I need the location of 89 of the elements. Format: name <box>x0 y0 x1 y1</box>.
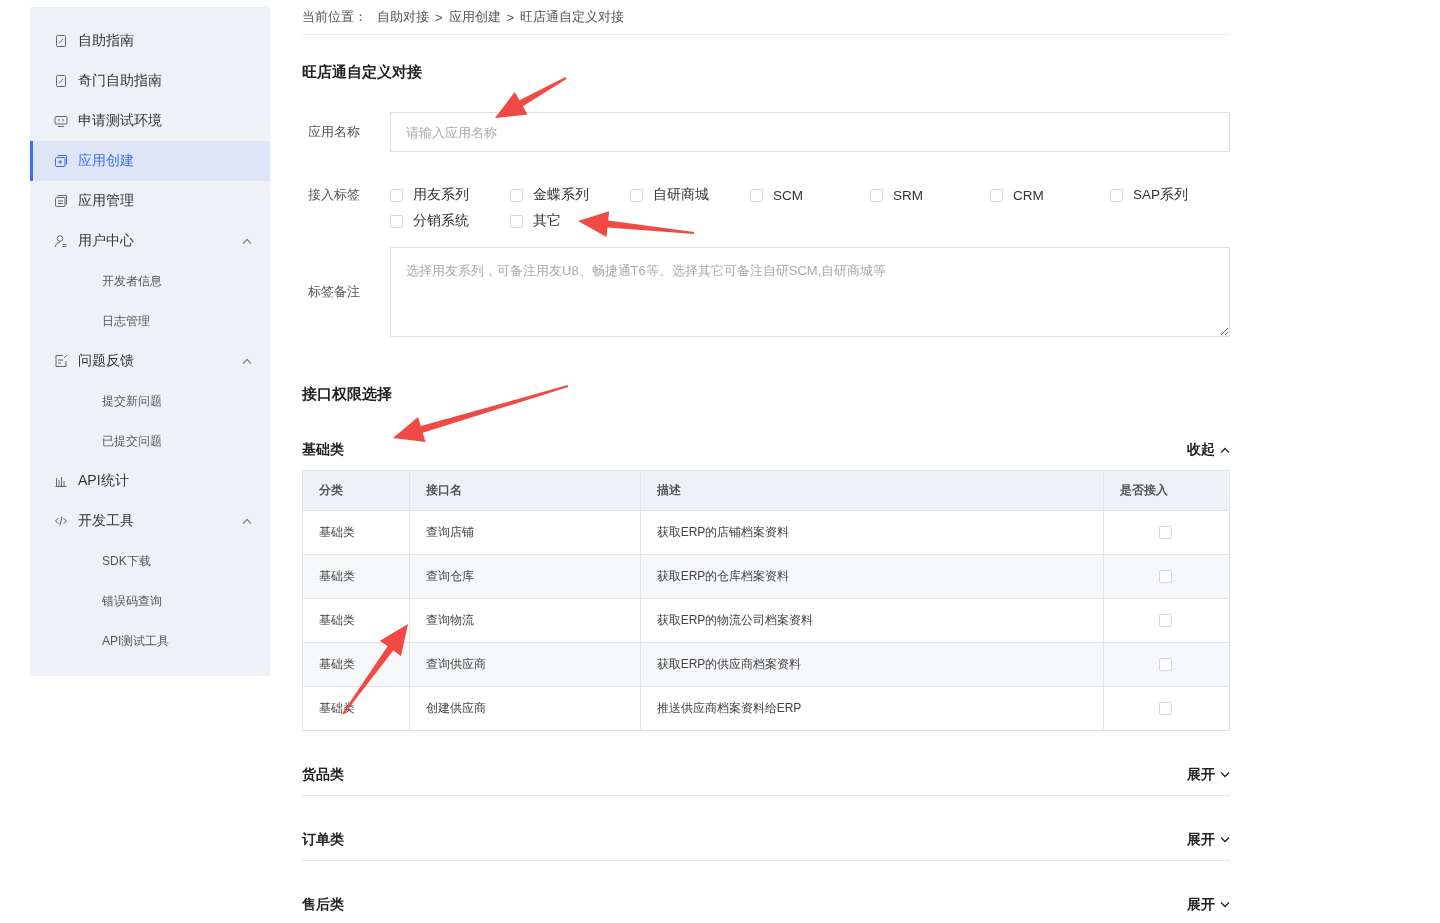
table-cell: 获取ERP的物流公司档案资料 <box>640 598 1104 643</box>
sidebar-item[interactable]: API统计 <box>30 461 270 501</box>
sidebar-subitem[interactable]: 提交新问题 <box>30 381 270 421</box>
column-header: 分类 <box>302 470 410 511</box>
checkbox[interactable] <box>390 188 403 202</box>
checkbox[interactable] <box>990 188 1003 202</box>
checkbox[interactable] <box>1159 570 1173 583</box>
checkbox-label: SRM <box>893 187 923 203</box>
checkbox-label: SAP系列 <box>1133 186 1188 204</box>
table-cell: 基础类 <box>302 510 410 555</box>
sidebar-subitem[interactable]: SDK下载 <box>30 541 270 581</box>
checkbox[interactable] <box>390 214 403 228</box>
sidebar-item[interactable]: 奇门自助指南 <box>30 61 270 101</box>
checkbox[interactable] <box>870 188 883 202</box>
breadcrumb-label: 当前位置： <box>302 8 367 26</box>
field-label: 接入标签 <box>307 186 361 204</box>
column-header: 接口名 <box>409 470 641 511</box>
column-header: 是否接入 <box>1103 470 1230 511</box>
checkbox[interactable] <box>1159 526 1173 539</box>
sidebar-item[interactable]: 申请测试环境 <box>30 101 270 141</box>
sidebar-subitem[interactable]: 已提交问题 <box>30 421 270 461</box>
toggle-button[interactable]: 收起 <box>1187 441 1230 459</box>
sidebar-item[interactable]: 自助指南 <box>30 21 270 61</box>
checkbox[interactable] <box>510 188 523 202</box>
user-icon <box>54 234 68 248</box>
checkbox[interactable] <box>510 214 523 228</box>
add-window-icon <box>54 154 68 168</box>
table-cell: 查询店铺 <box>409 510 641 555</box>
group-title: 货品类 <box>302 766 344 784</box>
checkbox[interactable] <box>1159 702 1173 715</box>
annotation-arrow <box>495 77 567 118</box>
breadcrumb-separator: > <box>506 9 515 25</box>
windows-icon <box>54 194 68 208</box>
group-title: 订单类 <box>302 831 344 849</box>
bar-chart-icon <box>54 474 68 488</box>
app-name-field[interactable]: 请输入应用名称 <box>390 112 1230 152</box>
code-icon <box>54 514 68 528</box>
document-icon <box>54 74 68 88</box>
checkbox[interactable] <box>1110 188 1123 202</box>
sidebar-item[interactable]: 用户中心 <box>30 221 270 261</box>
chevron-up-icon <box>1220 447 1230 453</box>
checkbox-label: 自研商城 <box>653 186 709 204</box>
document-icon <box>54 34 68 48</box>
table-cell: 获取ERP的店铺档案资料 <box>640 510 1104 555</box>
field-label: 应用名称 <box>307 123 361 141</box>
toggle-button[interactable]: 展开 <box>1187 831 1230 849</box>
table-cell: 推送供应商档案资料给ERP <box>640 686 1104 731</box>
sidebar-subitem[interactable]: 错误码查询 <box>30 581 270 621</box>
sidebar-item[interactable]: 开发工具 <box>30 501 270 541</box>
sidebar-item[interactable]: 应用管理 <box>30 181 270 221</box>
tag-note-field[interactable]: 选择用友系列，可备注用友U8、畅捷通T6等。选择其它可备注自研SCM,自研商城等 <box>390 247 1230 337</box>
checkbox[interactable] <box>630 188 643 202</box>
table-cell: 基础类 <box>302 554 410 599</box>
checkbox[interactable] <box>750 188 763 202</box>
checkbox-label: 金蝶系列 <box>533 186 589 204</box>
sidebar-item[interactable]: 问题反馈 <box>30 341 270 381</box>
checkbox-label: 分销系统 <box>413 212 469 230</box>
sidebar-subitem[interactable]: API测试工具 <box>30 621 270 661</box>
table-cell: 查询物流 <box>409 598 641 643</box>
monitor-icon <box>54 114 68 128</box>
table-cell: 查询供应商 <box>409 642 641 687</box>
edit-form-icon <box>54 354 68 368</box>
section-title: 接口权限选择 <box>302 384 393 404</box>
sidebar-subitem[interactable]: 开发者信息 <box>30 261 270 301</box>
breadcrumb-link[interactable]: 自助对接 <box>377 8 429 26</box>
checkbox-label: SCM <box>773 187 803 203</box>
checkbox-label: 其它 <box>533 212 561 230</box>
toggle-button[interactable]: 展开 <box>1187 896 1230 914</box>
breadcrumb-link[interactable]: 应用创建 <box>448 8 501 26</box>
checkbox[interactable] <box>1159 614 1173 627</box>
column-header: 描述 <box>640 470 1104 511</box>
toggle-button[interactable]: 展开 <box>1187 766 1230 784</box>
sidebar-subitem[interactable]: 日志管理 <box>30 301 270 341</box>
chevron-down-icon <box>1220 902 1230 908</box>
sidebar-item[interactable]: 应用创建 <box>30 141 270 181</box>
table-cell: 获取ERP的供应商档案资料 <box>640 642 1104 687</box>
field-label: 标签备注 <box>307 283 361 301</box>
group-title: 售后类 <box>302 896 344 914</box>
checkbox[interactable] <box>1159 658 1173 671</box>
breadcrumb-separator: > <box>435 9 443 25</box>
page-title: 旺店通自定义对接 <box>302 62 423 82</box>
chevron-down-icon <box>1220 772 1230 778</box>
checkbox-label: 用友系列 <box>413 186 469 204</box>
table-cell: 获取ERP的仓库档案资料 <box>640 554 1104 599</box>
checkbox-label: CRM <box>1013 187 1044 203</box>
chevron-down-icon <box>1220 837 1230 843</box>
table-cell: 创建供应商 <box>409 686 641 731</box>
group-title: 基础类 <box>302 441 344 459</box>
table-cell: 查询仓库 <box>409 554 641 599</box>
